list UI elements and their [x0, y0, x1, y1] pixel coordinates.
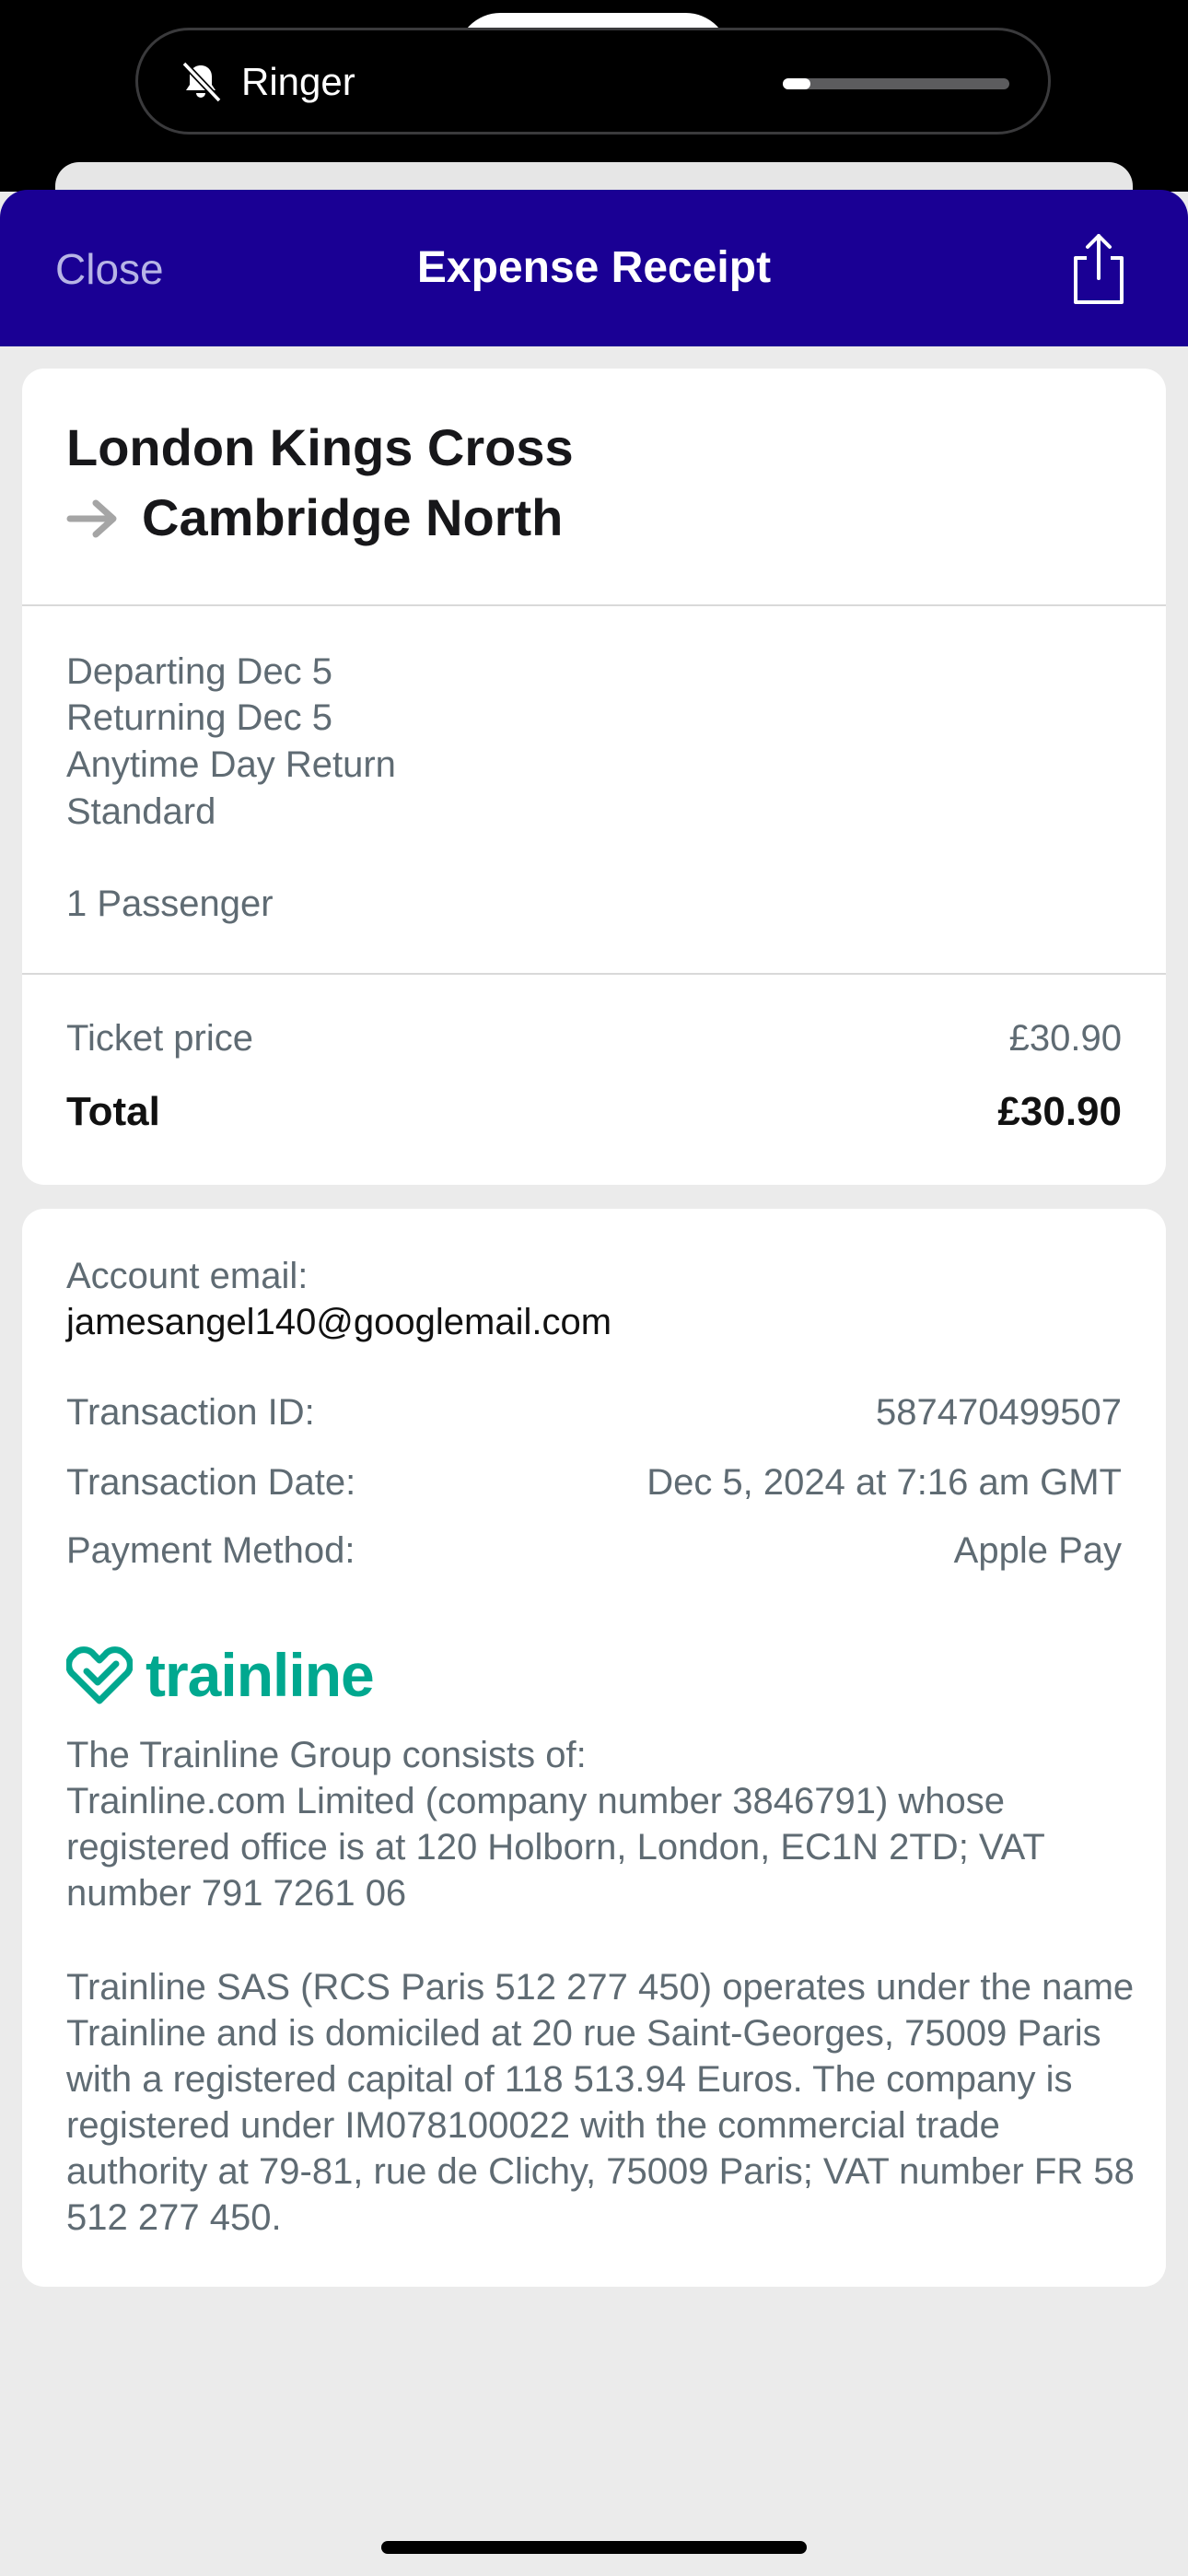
ticket-type: Anytime Day Return — [66, 744, 396, 785]
bell-slash-icon — [181, 61, 222, 103]
transaction-id-value: 587470499507 — [876, 1392, 1122, 1433]
ringer-volume-track — [783, 78, 1009, 89]
logo-text: trainline — [146, 1641, 375, 1709]
total-value: £30.90 — [997, 1089, 1122, 1134]
total-label: Total — [66, 1089, 160, 1134]
share-icon[interactable] — [1068, 230, 1129, 308]
ringer-banner: Ringer — [135, 28, 1051, 135]
departing-date: Departing Dec 5 — [66, 651, 333, 692]
origin-station: London Kings Cross — [66, 418, 574, 476]
journey-card: London Kings Cross Cambridge North Depar… — [22, 369, 1166, 1185]
ringer-label: Ringer — [241, 60, 355, 103]
home-indicator[interactable] — [381, 2541, 807, 2554]
legal-paragraph-fr: Trainline SAS (RCS Paris 512 277 450) op… — [66, 1967, 1135, 2238]
trainline-logo: trainline — [66, 1642, 435, 1710]
transaction-id-label: Transaction ID: — [66, 1392, 315, 1433]
divider — [22, 973, 1166, 975]
travel-class: Standard — [66, 791, 216, 832]
ticket-price-label: Ticket price — [66, 1018, 254, 1059]
passenger-count: 1 Passenger — [66, 884, 274, 924]
navigation-bar: Close Expense Receipt — [0, 190, 1188, 346]
ringer-volume-fill — [783, 78, 810, 89]
account-card: Account email: jamesangel140@googlemail.… — [22, 1209, 1166, 2287]
transaction-date-label: Transaction Date: — [66, 1462, 356, 1503]
ticket-price-value: £30.90 — [1008, 1018, 1122, 1059]
arrow-right-icon — [66, 499, 117, 538]
destination-station: Cambridge North — [142, 488, 564, 546]
account-email-value: jamesangel140@googlemail.com — [66, 1302, 612, 1342]
legal-paragraph-uk: The Trainline Group consists of: Trainli… — [66, 1735, 1045, 1914]
divider — [22, 604, 1166, 606]
page-title: Expense Receipt — [416, 243, 772, 292]
account-email-label: Account email: — [66, 1256, 309, 1296]
returning-date: Returning Dec 5 — [66, 697, 333, 738]
heart-check-icon — [66, 1646, 133, 1704]
payment-method-value: Apple Pay — [953, 1530, 1122, 1571]
transaction-date-value: Dec 5, 2024 at 7:16 am GMT — [646, 1462, 1122, 1503]
payment-method-label: Payment Method: — [66, 1530, 355, 1571]
